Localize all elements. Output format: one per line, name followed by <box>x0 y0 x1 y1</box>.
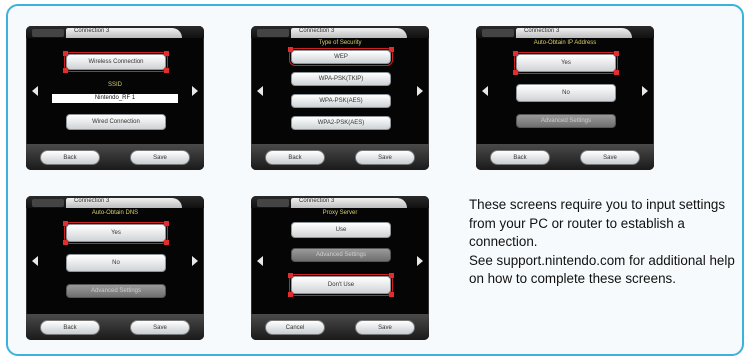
advanced-settings-button[interactable]: Advanced Settings <box>291 248 391 262</box>
tab-bar: Connection 3 <box>251 196 429 208</box>
bottom-bar: Back Save <box>26 144 204 170</box>
back-button[interactable]: Back <box>40 320 100 335</box>
screenshot-auto-dns: Connection 3 Auto-Obtain DNS Yes No Adva… <box>26 196 204 340</box>
left-arrow-icon[interactable] <box>482 86 488 96</box>
tab-decoration <box>482 29 514 37</box>
selection-corner <box>63 51 68 56</box>
tab-title: Connection 3 <box>299 28 335 34</box>
yes-button[interactable]: Yes <box>64 222 168 244</box>
save-button[interactable]: Save <box>130 320 190 335</box>
advanced-settings-button[interactable]: Advanced Settings <box>516 114 616 128</box>
screen-heading: Proxy Server <box>322 210 358 216</box>
tab-title: Connection 3 <box>74 28 110 34</box>
right-arrow-icon[interactable] <box>642 86 648 96</box>
tab-bar: Connection 3 <box>251 26 429 38</box>
selection-corner <box>513 70 518 75</box>
no-button[interactable]: No <box>516 84 616 102</box>
instructions-line-2: See support.nintendo.com for additional … <box>469 252 735 287</box>
tab-title: Connection 3 <box>74 198 110 204</box>
bottom-bar: Cancel Save <box>251 314 429 340</box>
screen-heading: Auto-Obtain DNS <box>91 210 139 216</box>
right-arrow-icon[interactable] <box>417 256 423 266</box>
selection-corner <box>164 68 169 73</box>
security-option-wpa-tkip[interactable]: WPA-PSK(TKIP) <box>291 72 391 86</box>
advanced-settings-button[interactable]: Advanced Settings <box>66 284 166 298</box>
selection-corner <box>164 51 169 56</box>
use-button[interactable]: Use <box>291 222 391 238</box>
tab-title: Connection 3 <box>524 28 560 34</box>
tab-bar: Connection 3 <box>476 26 654 38</box>
tab-decoration <box>32 199 64 207</box>
screenshot-auto-ip: Connection 3 Auto-Obtain IP Address Yes … <box>476 26 654 170</box>
save-button[interactable]: Save <box>580 150 640 165</box>
back-button[interactable]: Back <box>490 150 550 165</box>
selection-corner <box>513 51 518 56</box>
selection-corner <box>614 51 619 56</box>
back-button[interactable]: Back <box>265 150 325 165</box>
instructions-text: These screens require you to input setti… <box>469 196 744 289</box>
tab-title: Connection 3 <box>299 198 335 204</box>
left-arrow-icon[interactable] <box>257 86 263 96</box>
left-arrow-icon[interactable] <box>257 256 263 266</box>
ssid-label: SSID <box>107 82 122 88</box>
wired-connection-button[interactable]: Wired Connection <box>66 114 166 130</box>
tab-decoration <box>257 29 289 37</box>
security-option-wpa2-aes[interactable]: WPA2-PSK(AES) <box>291 116 391 130</box>
screenshot-security-type: Connection 3 Type of Security WEP WPA-PS… <box>251 26 429 170</box>
tab-decoration <box>257 199 289 207</box>
screen-heading: Auto-Obtain IP Address <box>533 40 597 46</box>
screen-heading: Type of Security <box>318 40 362 46</box>
right-arrow-icon[interactable] <box>417 86 423 96</box>
bottom-bar: Back Save <box>251 144 429 170</box>
selection-corner <box>164 221 169 226</box>
ssid-value[interactable]: Nintendo_RF 1 <box>52 94 178 103</box>
selection-corner <box>389 47 394 52</box>
right-arrow-icon[interactable] <box>192 86 198 96</box>
save-button[interactable]: Save <box>355 150 415 165</box>
selection-corner <box>288 273 293 278</box>
bottom-bar: Back Save <box>26 314 204 340</box>
selection-corner <box>63 240 68 245</box>
cancel-button[interactable]: Cancel <box>265 320 325 335</box>
yes-button[interactable]: Yes <box>514 52 618 74</box>
left-arrow-icon[interactable] <box>32 86 38 96</box>
tab-bar: Connection 3 <box>26 26 204 38</box>
left-arrow-icon[interactable] <box>32 256 38 266</box>
selection-corner <box>164 240 169 245</box>
no-button[interactable]: No <box>66 254 166 272</box>
selection-corner <box>288 47 293 52</box>
selection-corner <box>63 68 68 73</box>
screenshot-connection-type: Connection 3 Wireless Connection SSID Ni… <box>26 26 204 170</box>
back-button[interactable]: Back <box>40 150 100 165</box>
save-button[interactable]: Save <box>355 320 415 335</box>
dont-use-button[interactable]: Don't Use <box>289 274 393 296</box>
screenshot-proxy-server: Connection 3 Proxy Server Use Advanced S… <box>251 196 429 340</box>
security-option-wep[interactable]: WEP <box>289 48 393 66</box>
selection-corner <box>63 221 68 226</box>
selection-corner <box>389 292 394 297</box>
instructions-line-1: These screens require you to input setti… <box>469 197 726 249</box>
bottom-bar: Back Save <box>476 144 654 170</box>
wireless-connection-button[interactable]: Wireless Connection <box>64 52 168 72</box>
tab-decoration <box>32 29 64 37</box>
selection-corner <box>288 292 293 297</box>
selection-corner <box>614 70 619 75</box>
save-button[interactable]: Save <box>130 150 190 165</box>
tab-bar: Connection 3 <box>26 196 204 208</box>
right-arrow-icon[interactable] <box>192 256 198 266</box>
selection-corner <box>389 273 394 278</box>
security-option-wpa-aes[interactable]: WPA-PSK(AES) <box>291 94 391 108</box>
